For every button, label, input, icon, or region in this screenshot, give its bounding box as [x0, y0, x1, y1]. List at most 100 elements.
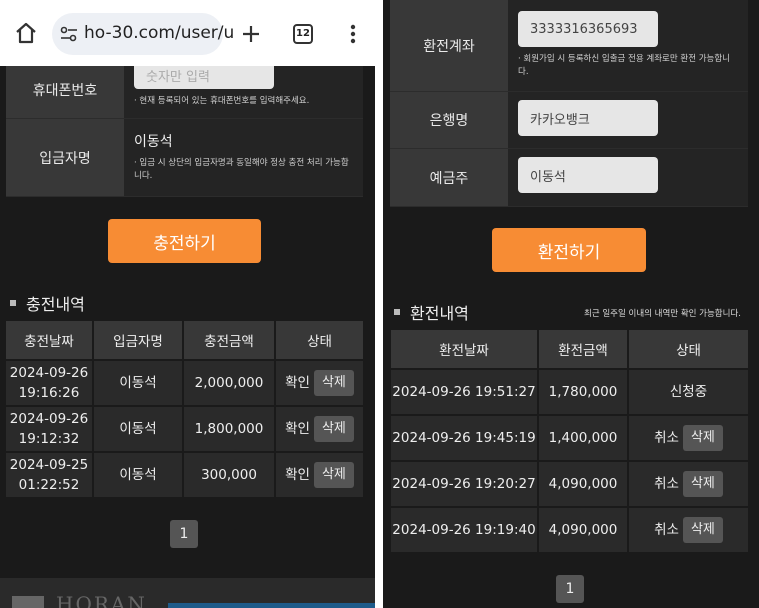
withdraw-history-title: 환전내역 — [394, 300, 469, 324]
home-icon[interactable] — [14, 22, 38, 44]
new-tab-icon[interactable] — [241, 24, 261, 44]
status-text: 확인 — [285, 421, 310, 437]
withdraw-history-title-text: 환전내역 — [410, 304, 469, 323]
bullet-icon — [10, 300, 16, 306]
status-text: 확인 — [285, 467, 310, 483]
table-row: 2024-09-25 01:22:52 이동석 300,000 확인 삭제 — [4, 451, 365, 499]
logo-mark-icon — [12, 596, 44, 608]
depositor-note-line-2: 니다. — [134, 171, 153, 181]
row-date-time: 19:12:32 — [18, 431, 80, 447]
browser-toolbar: ho-30.com/user/u 12 — [0, 0, 375, 66]
charge-button[interactable]: 충전하기 — [108, 219, 261, 263]
more-menu-icon[interactable] — [350, 24, 356, 44]
table-row: 2024-09-26 19:20:27 4,090,000 취소 삭제 — [389, 460, 750, 508]
row-status: 신청중 — [627, 368, 750, 416]
depositor-label: 입금자명 — [6, 119, 124, 196]
row-status: 취소 삭제 — [627, 414, 750, 462]
row-date-day: 2024-09-26 — [9, 365, 89, 381]
row-date-time: 01:22:52 — [18, 477, 80, 493]
holder-input[interactable]: 이동석 — [518, 157, 658, 193]
withdraw-form: 환전계좌 3333316365693 · 회원가입 시 등록하신 입출금 전용 … — [390, 0, 748, 207]
col-date: 충전날짜 — [4, 319, 94, 361]
status-text: 취소 — [654, 476, 679, 492]
status-text: 확인 — [285, 375, 310, 391]
row-datetime: 2024-09-26 19:51:27 — [389, 368, 539, 416]
row-status: 확인 삭제 — [274, 405, 365, 453]
table-row: 2024-09-26 19:51:27 1,780,000 신청중 — [389, 368, 750, 416]
url-text: ho-30.com/user/u — [84, 23, 235, 43]
col-amount: 환전금액 — [537, 328, 629, 370]
row-name: 이동석 — [92, 359, 184, 407]
depositor-row: 입금자명 이동석 · 입금 시 상단의 입금자명과 동일해야 정상 충전 처리 … — [6, 119, 363, 197]
row-date: 2024-09-26 19:16:26 — [4, 359, 94, 407]
deposit-history-title-text: 충전내역 — [26, 295, 85, 314]
account-note: · 회원가입 시 등록하신 입출금 전용 계좌로만 환전 가능합니 다. — [518, 53, 738, 79]
col-status: 상태 — [274, 319, 365, 361]
row-status: 확인 삭제 — [274, 359, 365, 407]
row-date-day: 2024-09-26 — [9, 411, 89, 427]
account-note-line-2: 다. — [518, 67, 529, 77]
table-row: 2024-09-26 19:45:19 1,400,000 취소 삭제 — [389, 414, 750, 462]
holder-label: 예금주 — [390, 149, 508, 206]
holder-row: 예금주 이동석 — [390, 149, 748, 207]
delete-button[interactable]: 삭제 — [313, 416, 354, 442]
deposit-form: 휴대폰번호 숫자만 입력 · 현재 등록되어 있는 휴대폰번호를 입력해주세요.… — [6, 60, 363, 197]
withdraw-button[interactable]: 환전하기 — [492, 228, 646, 272]
row-amount: 1,800,000 — [182, 405, 276, 453]
depositor-cell: 이동석 · 입금 시 상단의 입금자명과 동일해야 정상 충전 처리 가능합 니… — [124, 119, 363, 196]
col-amount: 충전금액 — [182, 319, 276, 361]
table-row: 2024-09-26 19:19:40 4,090,000 취소 삭제 — [389, 506, 750, 554]
withdraw-panel: 환전계좌 3333316365693 · 회원가입 시 등록하신 입출금 전용 … — [383, 0, 759, 608]
withdraw-page-1[interactable]: 1 — [556, 575, 584, 603]
deposit-page-1[interactable]: 1 — [170, 520, 198, 548]
status-text: 취소 — [654, 430, 679, 446]
address-bar[interactable]: ho-30.com/user/u — [52, 13, 234, 55]
row-date-day: 2024-09-25 — [9, 457, 89, 473]
row-datetime: 2024-09-26 19:19:40 — [389, 506, 539, 554]
banner-image — [168, 603, 375, 608]
row-datetime: 2024-09-26 19:45:19 — [389, 414, 539, 462]
phone-row: 휴대폰번호 숫자만 입력 · 현재 등록되어 있는 휴대폰번호를 입력해주세요. — [6, 61, 363, 119]
row-amount: 2,000,000 — [182, 359, 276, 407]
delete-button[interactable]: 삭제 — [682, 425, 723, 451]
bank-input[interactable]: 카카오뱅크 — [518, 100, 658, 136]
row-amount: 1,780,000 — [537, 368, 629, 416]
row-date: 2024-09-25 01:22:52 — [4, 451, 94, 499]
row-status: 취소 삭제 — [627, 460, 750, 508]
row-amount: 4,090,000 — [537, 460, 629, 508]
bank-label: 은행명 — [390, 92, 508, 148]
row-status: 확인 삭제 — [274, 451, 365, 499]
deposit-history-table: 충전날짜 입금자명 충전금액 상태 2024-09-26 19:16:26 이동석… — [4, 319, 365, 499]
delete-button[interactable]: 삭제 — [313, 462, 354, 488]
delete-button[interactable]: 삭제 — [682, 471, 723, 497]
site-settings-icon[interactable] — [60, 26, 78, 42]
row-datetime: 2024-09-26 19:20:27 — [389, 460, 539, 508]
col-date: 환전날짜 — [389, 328, 539, 370]
tab-switcher-button[interactable]: 12 — [293, 24, 313, 44]
bank-cell: 카카오뱅크 — [508, 92, 748, 148]
depositor-note: · 입금 시 상단의 입금자명과 동일해야 정상 충전 처리 가능합 니다. — [134, 157, 353, 183]
depositor-value: 이동석 — [134, 134, 173, 150]
phone-note: · 현재 등록되어 있는 휴대폰번호를 입력해주세요. — [134, 96, 310, 106]
status-text: 취소 — [654, 522, 679, 538]
row-name: 이동석 — [92, 405, 184, 453]
delete-button[interactable]: 삭제 — [682, 517, 723, 543]
row-status: 취소 삭제 — [627, 506, 750, 554]
bullet-icon — [394, 309, 400, 315]
depositor-note-line-1: · 입금 시 상단의 입금자명과 동일해야 정상 충전 처리 가능합 — [134, 158, 349, 168]
row-amount: 1,400,000 — [537, 414, 629, 462]
account-row: 환전계좌 3333316365693 · 회원가입 시 등록하신 입출금 전용 … — [390, 0, 748, 92]
row-date-time: 19:16:26 — [18, 385, 80, 401]
account-label: 환전계좌 — [390, 0, 508, 91]
table-row: 2024-09-26 19:12:32 이동석 1,800,000 확인 삭제 — [4, 405, 365, 453]
bank-row: 은행명 카카오뱅크 — [390, 92, 748, 149]
status-text: 신청중 — [669, 384, 708, 400]
deposit-history-title: 충전내역 — [10, 291, 85, 315]
account-input[interactable]: 3333316365693 — [518, 11, 658, 47]
delete-button[interactable]: 삭제 — [313, 370, 354, 396]
holder-cell: 이동석 — [508, 149, 748, 206]
deposit-panel: 휴대폰번호 숫자만 입력 · 현재 등록되어 있는 휴대폰번호를 입력해주세요.… — [0, 0, 375, 608]
table-header: 환전날짜 환전금액 상태 — [389, 328, 750, 370]
col-name: 입금자명 — [92, 319, 184, 361]
table-row: 2024-09-26 19:16:26 이동석 2,000,000 확인 삭제 — [4, 359, 365, 407]
